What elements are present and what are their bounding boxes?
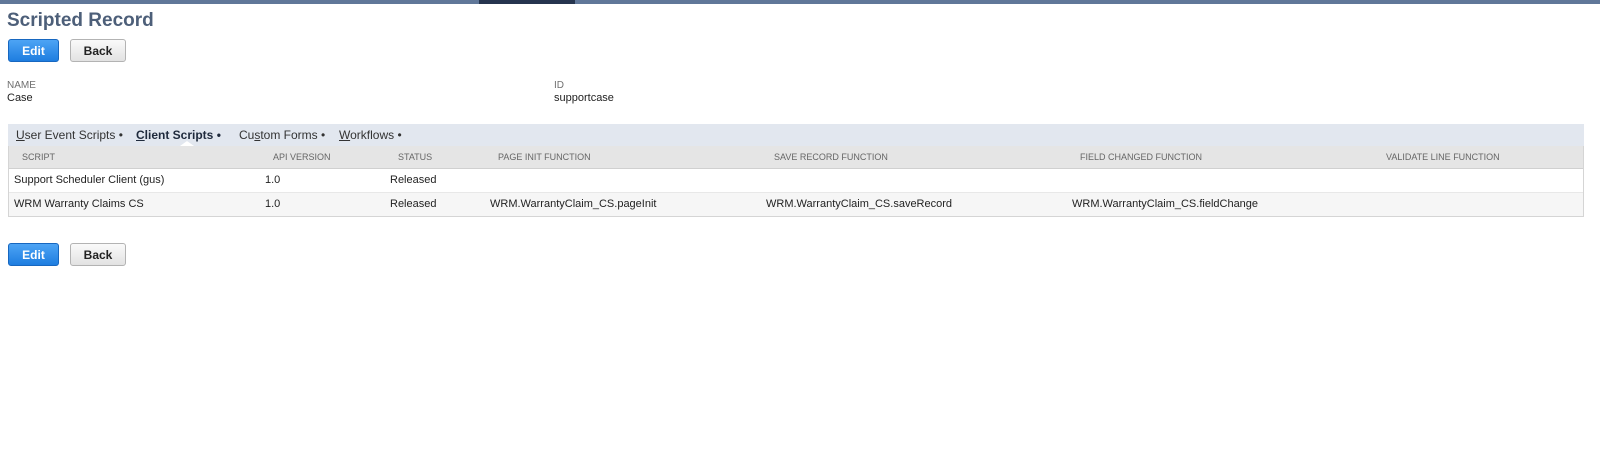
- column-header-script[interactable]: SCRIPT: [22, 152, 55, 162]
- top-navigation-bar: [0, 0, 1600, 4]
- cell-status: Released: [390, 174, 437, 186]
- cell-page-init-function: WRM.WarrantyClaim_CS.pageInit: [490, 198, 657, 210]
- column-header-page-init-function[interactable]: PAGE INIT FUNCTION: [498, 152, 591, 162]
- table-row[interactable]: WRM Warranty Claims CS 1.0 Released WRM.…: [9, 193, 1583, 216]
- edit-button-bottom[interactable]: Edit: [8, 243, 59, 266]
- tab-label-prefix: Cu: [239, 128, 255, 142]
- client-scripts-table: SCRIPT API VERSION STATUS PAGE INIT FUNC…: [8, 146, 1584, 217]
- table-row[interactable]: Support Scheduler Client (gus) 1.0 Relea…: [9, 169, 1583, 193]
- tab-custom-forms[interactable]: Custom Forms •: [239, 128, 325, 142]
- column-header-api-version[interactable]: API VERSION: [273, 152, 331, 162]
- table-header: SCRIPT API VERSION STATUS PAGE INIT FUNC…: [9, 146, 1583, 169]
- tab-bullet: •: [213, 128, 221, 142]
- cell-api-version: 1.0: [265, 198, 281, 210]
- cell-status: Released: [390, 198, 437, 210]
- column-header-validate-line-function[interactable]: VALIDATE LINE FUNCTION: [1386, 152, 1500, 162]
- tab-accesskey: C: [136, 128, 145, 142]
- back-button[interactable]: Back: [70, 39, 126, 62]
- id-field-label: ID: [554, 80, 564, 91]
- cell-script[interactable]: Support Scheduler Client (gus): [14, 174, 164, 186]
- cell-field-changed-function: WRM.WarrantyClaim_CS.fieldChange: [1072, 198, 1259, 210]
- tab-label: lient Scripts: [144, 128, 214, 142]
- tab-bullet: •: [394, 128, 402, 142]
- tab-label: tom Forms: [260, 128, 318, 142]
- column-header-save-record-function[interactable]: SAVE RECORD FUNCTION: [774, 152, 888, 162]
- cell-script[interactable]: WRM Warranty Claims CS: [14, 198, 144, 210]
- tab-label: ser Event Scripts: [24, 128, 116, 142]
- tab-user-event-scripts[interactable]: User Event Scripts •: [16, 128, 123, 142]
- tab-bullet: •: [317, 128, 326, 142]
- tab-label: orkflows: [350, 128, 395, 142]
- top-navigation-active-indicator: [479, 0, 575, 4]
- tab-accesskey: U: [16, 128, 25, 142]
- tab-accesskey: W: [339, 128, 351, 142]
- page-title: Scripted Record: [7, 10, 154, 31]
- tab-bullet: •: [115, 128, 123, 142]
- edit-button[interactable]: Edit: [8, 39, 59, 62]
- tab-workflows[interactable]: Workflows •: [339, 128, 402, 142]
- tab-client-scripts[interactable]: Client Scripts •: [136, 128, 221, 142]
- name-field-label: NAME: [7, 80, 36, 91]
- subtab-bar: User Event Scripts • Client Scripts • Cu…: [8, 124, 1584, 146]
- cell-save-record-function: WRM.WarrantyClaim_CS.saveRecord: [766, 198, 953, 210]
- column-header-status[interactable]: STATUS: [398, 152, 432, 162]
- id-field-value: supportcase: [554, 92, 614, 104]
- name-field-value: Case: [7, 92, 33, 104]
- cell-api-version: 1.0: [265, 174, 281, 186]
- column-header-field-changed-function[interactable]: FIELD CHANGED FUNCTION: [1080, 152, 1202, 162]
- back-button-bottom[interactable]: Back: [70, 243, 126, 266]
